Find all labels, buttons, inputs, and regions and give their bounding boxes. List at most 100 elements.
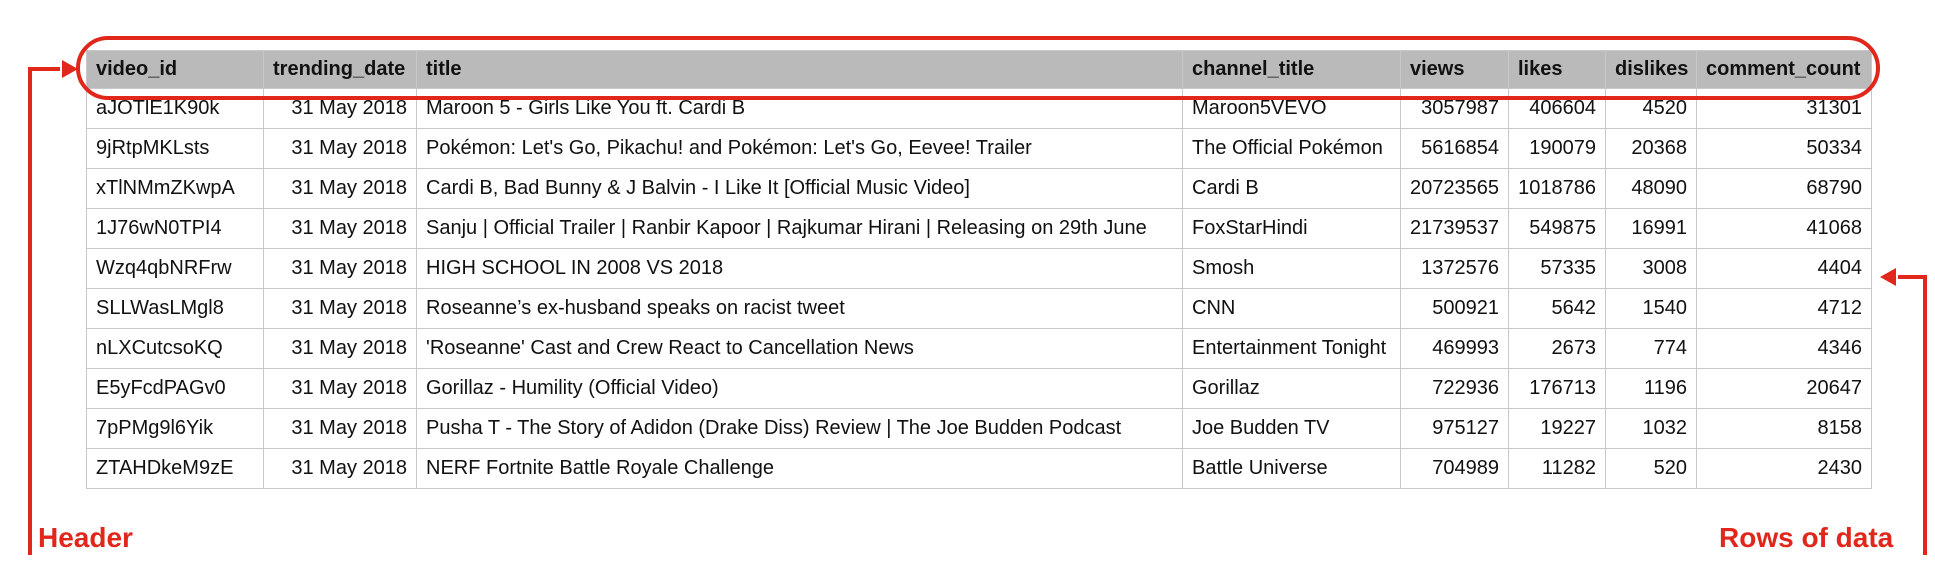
cell-trending-date: 31 May 2018 (263, 448, 417, 489)
table-row: Wzq4qbNRFrw 31 May 2018 HIGH SCHOOL IN 200… (86, 248, 1872, 289)
cell-likes: 190079 (1508, 128, 1606, 169)
cell-trending-date: 31 May 2018 (263, 288, 417, 329)
cell-dislikes: 1540 (1605, 288, 1697, 329)
table-row: 9jRtpMKLsts 31 May 2018 Pokémon: Let's Go,… (86, 128, 1872, 169)
table-row: ZTAHDkeM9zE 31 May 2018 NERF Fortnite Batt… (86, 448, 1872, 489)
data-table-container: video_id trending_date title channel_title v… (86, 50, 1872, 489)
header-annotation-label: Header (38, 522, 133, 553)
cell-dislikes: 774 (1605, 328, 1697, 369)
cell-trending-date: 31 May 2018 (263, 368, 417, 409)
cell-title: HIGH SCHOOL IN 2008 VS 2018 (416, 248, 1183, 289)
cell-comment-count: 41068 (1696, 208, 1872, 249)
column-header-title: title (416, 50, 1183, 89)
data-table: video_id trending_date title channel_title v… (86, 50, 1872, 489)
cell-views: 1372576 (1400, 248, 1509, 289)
cell-title: Sanju | Official Trailer | Ranbir Kapoor… (416, 208, 1183, 249)
cell-video-id: Wzq4qbNRFrw (86, 248, 264, 289)
cell-video-id: 7pPMg9l6Yik (86, 408, 264, 449)
rows-pointer-line (1898, 275, 1927, 555)
cell-channel-title: Cardi B (1182, 168, 1401, 209)
table-body: aJOTlE1K90k 31 May 2018 Maroon 5 - Girls L… (86, 88, 1872, 489)
table-row: aJOTlE1K90k 31 May 2018 Maroon 5 - Girls L… (86, 88, 1872, 129)
column-header-dislikes: dislikes (1605, 50, 1697, 89)
cell-channel-title: The Official Pokémon (1182, 128, 1401, 169)
cell-comment-count: 50334 (1696, 128, 1872, 169)
cell-channel-title: Joe Budden TV (1182, 408, 1401, 449)
cell-comment-count: 4404 (1696, 248, 1872, 289)
table-row: SLLWasLMgl8 31 May 2018 Roseanne’s ex-husb… (86, 288, 1872, 329)
cell-comment-count: 4712 (1696, 288, 1872, 329)
cell-video-id: E5yFcdPAGv0 (86, 368, 264, 409)
column-header-likes: likes (1508, 50, 1606, 89)
cell-views: 975127 (1400, 408, 1509, 449)
cell-channel-title: FoxStarHindi (1182, 208, 1401, 249)
rows-arrowhead (1880, 268, 1896, 286)
column-header-views: views (1400, 50, 1509, 89)
table-row: xTlNMmZKwpA 31 May 2018 Cardi B, Bad Bunny… (86, 168, 1872, 209)
cell-dislikes: 1196 (1605, 368, 1697, 409)
cell-title: Pokémon: Let's Go, Pikachu! and Pokémon:… (416, 128, 1183, 169)
cell-likes: 2673 (1508, 328, 1606, 369)
cell-trending-date: 31 May 2018 (263, 328, 417, 369)
table-row: 7pPMg9l6Yik 31 May 2018 Pusha T - The Stor… (86, 408, 1872, 449)
cell-likes: 1018786 (1508, 168, 1606, 209)
cell-video-id: ZTAHDkeM9zE (86, 448, 264, 489)
table-row: E5yFcdPAGv0 31 May 2018 Gorillaz - Humilit… (86, 368, 1872, 409)
cell-title: 'Roseanne' Cast and Crew React to Cancel… (416, 328, 1183, 369)
column-header-channel-title: channel_title (1182, 50, 1401, 89)
cell-trending-date: 31 May 2018 (263, 168, 417, 209)
rows-annotation-label: Rows of data (1719, 522, 1894, 553)
cell-likes: 549875 (1508, 208, 1606, 249)
cell-channel-title: Smosh (1182, 248, 1401, 289)
cell-comment-count: 4346 (1696, 328, 1872, 369)
cell-trending-date: 31 May 2018 (263, 408, 417, 449)
cell-video-id: xTlNMmZKwpA (86, 168, 264, 209)
cell-views: 5616854 (1400, 128, 1509, 169)
cell-dislikes: 4520 (1605, 88, 1697, 129)
cell-likes: 5642 (1508, 288, 1606, 329)
cell-dislikes: 48090 (1605, 168, 1697, 209)
cell-video-id: 1J76wN0TPI4 (86, 208, 264, 249)
cell-title: Cardi B, Bad Bunny & J Balvin - I Like I… (416, 168, 1183, 209)
header-arrowhead (62, 60, 78, 78)
cell-channel-title: CNN (1182, 288, 1401, 329)
cell-likes: 11282 (1508, 448, 1606, 489)
cell-dislikes: 3008 (1605, 248, 1697, 289)
header-pointer-line (28, 67, 60, 555)
cell-comment-count: 8158 (1696, 408, 1872, 449)
cell-title: Maroon 5 - Girls Like You ft. Cardi B (416, 88, 1183, 129)
cell-trending-date: 31 May 2018 (263, 88, 417, 129)
table-row: 1J76wN0TPI4 31 May 2018 Sanju | Official T… (86, 208, 1872, 249)
cell-dislikes: 20368 (1605, 128, 1697, 169)
cell-title: Pusha T - The Story of Adidon (Drake Dis… (416, 408, 1183, 449)
cell-title: Gorillaz - Humility (Official Video) (416, 368, 1183, 409)
cell-trending-date: 31 May 2018 (263, 248, 417, 289)
cell-comment-count: 68790 (1696, 168, 1872, 209)
cell-channel-title: Entertainment Tonight (1182, 328, 1401, 369)
cell-video-id: 9jRtpMKLsts (86, 128, 264, 169)
cell-views: 704989 (1400, 448, 1509, 489)
cell-views: 3057987 (1400, 88, 1509, 129)
cell-likes: 57335 (1508, 248, 1606, 289)
cell-comment-count: 20647 (1696, 368, 1872, 409)
cell-comment-count: 2430 (1696, 448, 1872, 489)
cell-title: Roseanne’s ex-husband speaks on racist t… (416, 288, 1183, 329)
cell-views: 21739537 (1400, 208, 1509, 249)
cell-trending-date: 31 May 2018 (263, 208, 417, 249)
column-header-video-id: video_id (86, 50, 264, 89)
cell-channel-title: Maroon5VEVO (1182, 88, 1401, 129)
cell-channel-title: Battle Universe (1182, 448, 1401, 489)
cell-views: 469993 (1400, 328, 1509, 369)
cell-video-id: nLXCutcsoKQ (86, 328, 264, 369)
header-row: video_id trending_date title channel_title v… (86, 50, 1872, 89)
cell-trending-date: 31 May 2018 (263, 128, 417, 169)
column-header-trending-date: trending_date (263, 50, 417, 89)
cell-dislikes: 16991 (1605, 208, 1697, 249)
cell-dislikes: 1032 (1605, 408, 1697, 449)
cell-dislikes: 520 (1605, 448, 1697, 489)
cell-views: 20723565 (1400, 168, 1509, 209)
cell-views: 722936 (1400, 368, 1509, 409)
cell-likes: 19227 (1508, 408, 1606, 449)
cell-likes: 406604 (1508, 88, 1606, 129)
table-row: nLXCutcsoKQ 31 May 2018 'Roseanne' Cast an… (86, 328, 1872, 369)
